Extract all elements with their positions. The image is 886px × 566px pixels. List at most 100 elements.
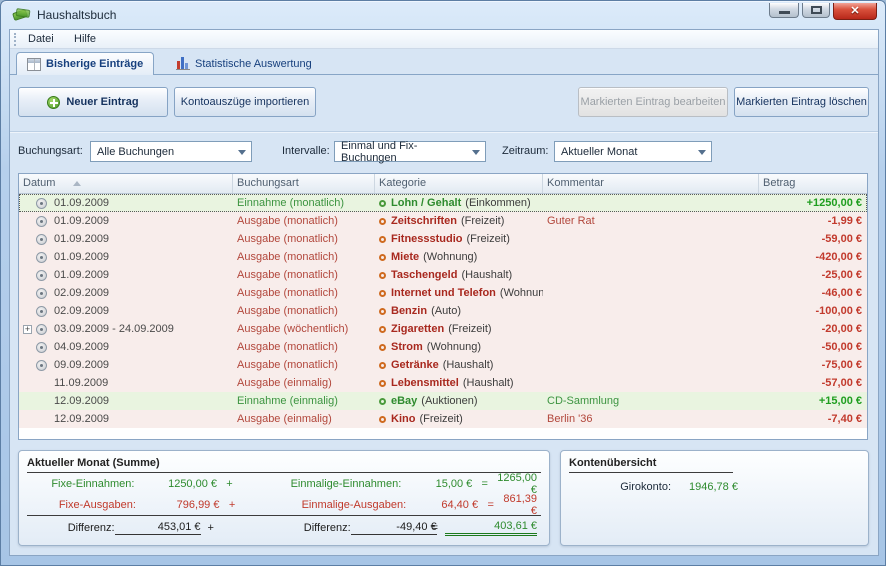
summary-title: Aktueller Monat (Summe)	[27, 457, 541, 473]
expand-icon[interactable]: +	[23, 325, 32, 334]
import-statements-button[interactable]: Kontoauszüge importieren	[174, 87, 316, 117]
entry-date: 04.09.2009	[54, 341, 109, 353]
recurring-clock-icon	[36, 324, 47, 335]
entry-category-group: (Haushalt)	[463, 377, 514, 389]
bar-chart-icon	[176, 57, 190, 70]
entry-date: 12.09.2009	[54, 395, 109, 407]
booking-type-select[interactable]: Alle Buchungen	[90, 141, 252, 162]
tab-statistische-auswertung[interactable]: Statistische Auswertung	[166, 52, 322, 75]
entry-date: 11.09.2009	[54, 377, 108, 389]
menu-hilfe[interactable]: Hilfe	[68, 33, 102, 45]
entry-category-group: (Haushalt)	[461, 269, 512, 281]
entry-category: Benzin	[391, 305, 427, 317]
entry-amount: +1250,00 €	[759, 197, 867, 209]
entry-category: Zigaretten	[391, 323, 444, 335]
period-select[interactable]: Aktueller Monat	[554, 141, 712, 162]
entry-amount: +15,00 €	[759, 395, 867, 407]
entry-amount: -7,40 €	[759, 413, 867, 425]
sort-ascending-icon	[73, 181, 81, 186]
tab-label: Statistische Auswertung	[195, 58, 312, 70]
menu-grip	[14, 33, 17, 46]
expense-total: 861,39 €	[503, 493, 541, 517]
entry-amount: -59,00 €	[759, 233, 867, 245]
entry-amount: -1,99 €	[759, 215, 867, 227]
diff-fixed-value: 453,01 €	[115, 521, 201, 535]
category-bullet-icon	[379, 326, 386, 333]
table-row[interactable]: + 01.09.2009 Ausgabe (monatlich) Zeitsch…	[19, 212, 867, 230]
tab-bisherige-eintraege[interactable]: Bisherige Einträge	[16, 52, 154, 75]
category-bullet-icon	[379, 398, 386, 405]
close-icon: ✕	[834, 4, 876, 17]
plus-circle-icon	[47, 96, 60, 109]
minimize-button[interactable]	[769, 3, 799, 18]
column-header-buchungsart[interactable]: Buchungsart	[233, 174, 375, 193]
table-row[interactable]: + 03.09.2009 - 24.09.2009 Ausgabe (wöche…	[19, 320, 867, 338]
table-row[interactable]: + 12.09.2009 Einnahme (einmalig) eBay (A…	[19, 392, 867, 410]
accounts-title: Kontenübersicht	[569, 457, 733, 473]
expense-summary-row: Fixe-Ausgaben: 796,99 € + Einmalige-Ausg…	[27, 494, 541, 515]
table-row[interactable]: + 12.09.2009 Ausgabe (einmalig) Kino (Fr…	[19, 410, 867, 428]
category-bullet-icon	[379, 236, 386, 243]
entry-date: 02.09.2009	[54, 305, 109, 317]
table-row[interactable]: + 02.09.2009 Ausgabe (monatlich) Benzin …	[19, 302, 867, 320]
period-value: Aktueller Monat	[561, 146, 637, 158]
category-bullet-icon	[379, 200, 386, 207]
booking-type-label: Buchungsart:	[18, 145, 83, 157]
table-body: + 01.09.2009 Einnahme (monatlich) Lohn /…	[19, 194, 867, 428]
table-row[interactable]: + 01.09.2009 Ausgabe (monatlich) Fitness…	[19, 230, 867, 248]
filter-bar: Buchungsart: Alle Buchungen Intervalle: …	[10, 139, 878, 167]
entry-category: Lebensmittel	[391, 377, 459, 389]
account-label: Girokonto:	[569, 481, 671, 493]
table-row[interactable]: + 09.09.2009 Ausgabe (monatlich) Getränk…	[19, 356, 867, 374]
category-bullet-icon	[379, 254, 386, 261]
interval-select[interactable]: Einmal und Fix-Buchungen	[334, 141, 486, 162]
entry-amount: -46,00 €	[759, 287, 867, 299]
entry-amount: -75,00 €	[759, 359, 867, 371]
tab-strip: Bisherige Einträge Statistische Auswertu…	[10, 49, 878, 75]
entry-booking-type: Ausgabe (monatlich)	[233, 287, 375, 299]
category-bullet-icon	[379, 344, 386, 351]
entry-category: Getränke	[391, 359, 439, 371]
column-header-kategorie[interactable]: Kategorie	[375, 174, 543, 193]
recurring-clock-icon	[36, 252, 47, 263]
edit-selected-button: Markierten Eintrag bearbeiten	[578, 87, 728, 117]
entry-date: 01.09.2009	[54, 197, 109, 209]
entry-amount: -100,00 €	[759, 305, 867, 317]
entry-category: Internet und Telefon	[391, 287, 496, 299]
delete-selected-button[interactable]: Markierten Eintrag löschen	[734, 87, 869, 117]
entry-booking-type: Ausgabe (einmalig)	[233, 413, 375, 425]
entry-category-group: (Freizeit)	[419, 413, 462, 425]
table-row[interactable]: + 11.09.2009 Ausgabe (einmalig) Lebensmi…	[19, 374, 867, 392]
client-area: Datei Hilfe Bisherige Einträge Statistis…	[9, 29, 879, 556]
entry-category-group: (Freizeit)	[448, 323, 491, 335]
plus-operator: +	[219, 499, 244, 511]
entry-category: Miete	[391, 251, 419, 263]
title-bar[interactable]: Haushaltsbuch ✕	[1, 1, 885, 29]
menu-datei[interactable]: Datei	[22, 33, 60, 45]
column-header-datum[interactable]: Datum	[19, 174, 233, 193]
entry-category: Kino	[391, 413, 415, 425]
new-entry-button[interactable]: Neuer Eintrag	[18, 87, 168, 117]
category-bullet-icon	[379, 272, 386, 279]
account-balance: 1946,78 €	[689, 481, 738, 493]
maximize-button[interactable]	[802, 3, 830, 18]
entry-date: 01.09.2009	[54, 233, 109, 245]
entry-amount: -57,00 €	[759, 377, 867, 389]
table-row[interactable]: + 01.09.2009 Ausgabe (monatlich) Taschen…	[19, 266, 867, 284]
column-header-betrag[interactable]: Betrag	[759, 174, 867, 193]
table-row[interactable]: + 04.09.2009 Ausgabe (monatlich) Strom (…	[19, 338, 867, 356]
close-button[interactable]: ✕	[833, 3, 877, 20]
entry-date: 01.09.2009	[54, 269, 109, 281]
entry-amount: -50,00 €	[759, 341, 867, 353]
entry-booking-type: Ausgabe (monatlich)	[233, 269, 375, 281]
table-row[interactable]: + 01.09.2009 Ausgabe (monatlich) Miete (…	[19, 248, 867, 266]
entries-table-icon	[27, 58, 41, 71]
entry-date: 12.09.2009	[54, 413, 109, 425]
column-header-kommentar[interactable]: Kommentar	[543, 174, 759, 193]
entry-date: 03.09.2009 - 24.09.2009	[54, 323, 174, 335]
fixed-income-label: Fixe-Einnahmen:	[27, 478, 134, 490]
table-row[interactable]: + 02.09.2009 Ausgabe (monatlich) Interne…	[19, 284, 867, 302]
entry-booking-type: Einnahme (einmalig)	[233, 395, 375, 407]
entry-date: 02.09.2009	[54, 287, 109, 299]
table-row[interactable]: + 01.09.2009 Einnahme (monatlich) Lohn /…	[19, 194, 867, 212]
